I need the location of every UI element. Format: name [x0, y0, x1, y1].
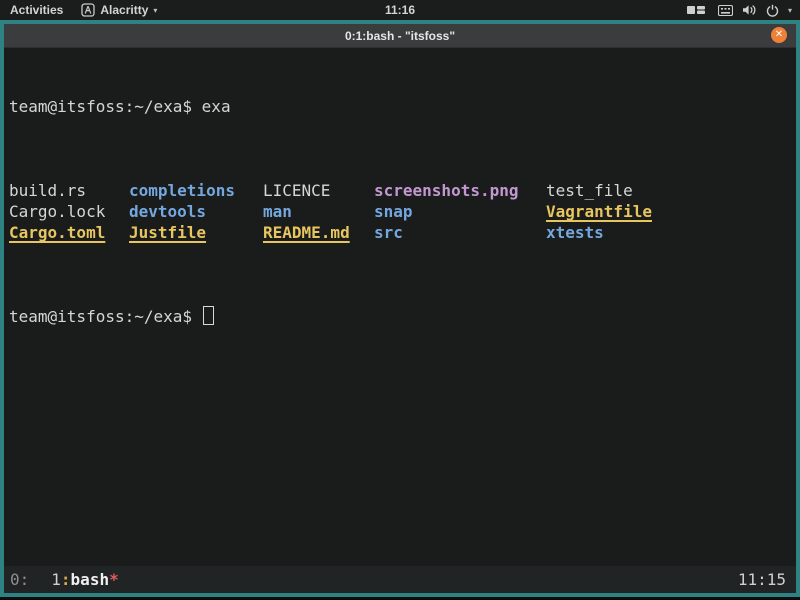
file-entry: Cargo.lock	[9, 202, 106, 221]
command-line: team@itsfoss:~/exa$ exa	[9, 96, 796, 117]
tmux-status-bar: 0: 1:bash* 11:15	[4, 566, 796, 593]
file-entry: README.md	[263, 223, 350, 242]
terminal[interactable]: team@itsfoss:~/exa$ exa build.rs complet…	[4, 48, 796, 593]
tmux-window-tab[interactable]: 1:bash*	[51, 569, 118, 590]
system-status-area[interactable]: ▾	[717, 4, 792, 17]
volume-icon	[742, 4, 757, 16]
shell-prompt: team@itsfoss:~/exa$	[9, 97, 193, 116]
active-window-flag: *	[109, 570, 119, 589]
alacritty-window: 0:1:bash - "itsfoss" ✕ team@itsfoss:~/ex…	[0, 20, 800, 597]
window-title: 0:1:bash - "itsfoss"	[344, 28, 456, 43]
file-entry: build.rs	[9, 181, 87, 200]
window-list-icon[interactable]	[686, 4, 705, 16]
activities-button[interactable]: Activities	[10, 3, 63, 17]
file-entry: src	[374, 223, 403, 242]
terminal-output: team@itsfoss:~/exa$ exa build.rs complet…	[4, 48, 796, 369]
file-entry: Vagrantfile	[546, 202, 652, 221]
file-entry: screenshots.png	[374, 181, 519, 200]
file-entry: LICENCE	[263, 181, 331, 200]
current-prompt-line[interactable]: team@itsfoss:~/exa$	[9, 306, 796, 327]
file-entry: test_file	[546, 181, 633, 200]
close-button[interactable]: ✕	[771, 27, 787, 43]
file-entry: xtests	[546, 223, 604, 242]
shell-prompt: team@itsfoss:~/exa$	[9, 307, 193, 326]
power-icon	[766, 4, 779, 17]
app-menu-label: Alacritty	[100, 3, 149, 17]
file-listing: build.rs completions LICENCE screenshots…	[9, 180, 796, 243]
file-entry: completions	[129, 181, 235, 200]
chevron-down-icon: ▾	[153, 5, 158, 15]
file-entry: snap	[374, 202, 413, 221]
tmux-clock: 11:15	[737, 570, 786, 589]
gnome-top-bar: Activities Alacritty ▾ 11:16 ▾	[0, 0, 800, 20]
tray-chevron-down-icon: ▾	[787, 5, 792, 15]
app-menu[interactable]: Alacritty ▾	[81, 3, 157, 17]
terminal-cursor	[202, 306, 214, 325]
file-entry: Cargo.toml	[9, 223, 106, 242]
typed-command: exa	[201, 97, 231, 116]
file-entry: Justfile	[129, 223, 207, 242]
clock[interactable]: 11:16	[385, 3, 415, 17]
tmux-session-label: 0:	[10, 570, 30, 589]
file-entry: devtools	[129, 202, 207, 221]
window-titlebar[interactable]: 0:1:bash - "itsfoss" ✕	[4, 24, 796, 48]
file-entry: man	[263, 202, 292, 221]
keyboard-icon	[717, 4, 733, 16]
alacritty-icon	[81, 3, 96, 17]
